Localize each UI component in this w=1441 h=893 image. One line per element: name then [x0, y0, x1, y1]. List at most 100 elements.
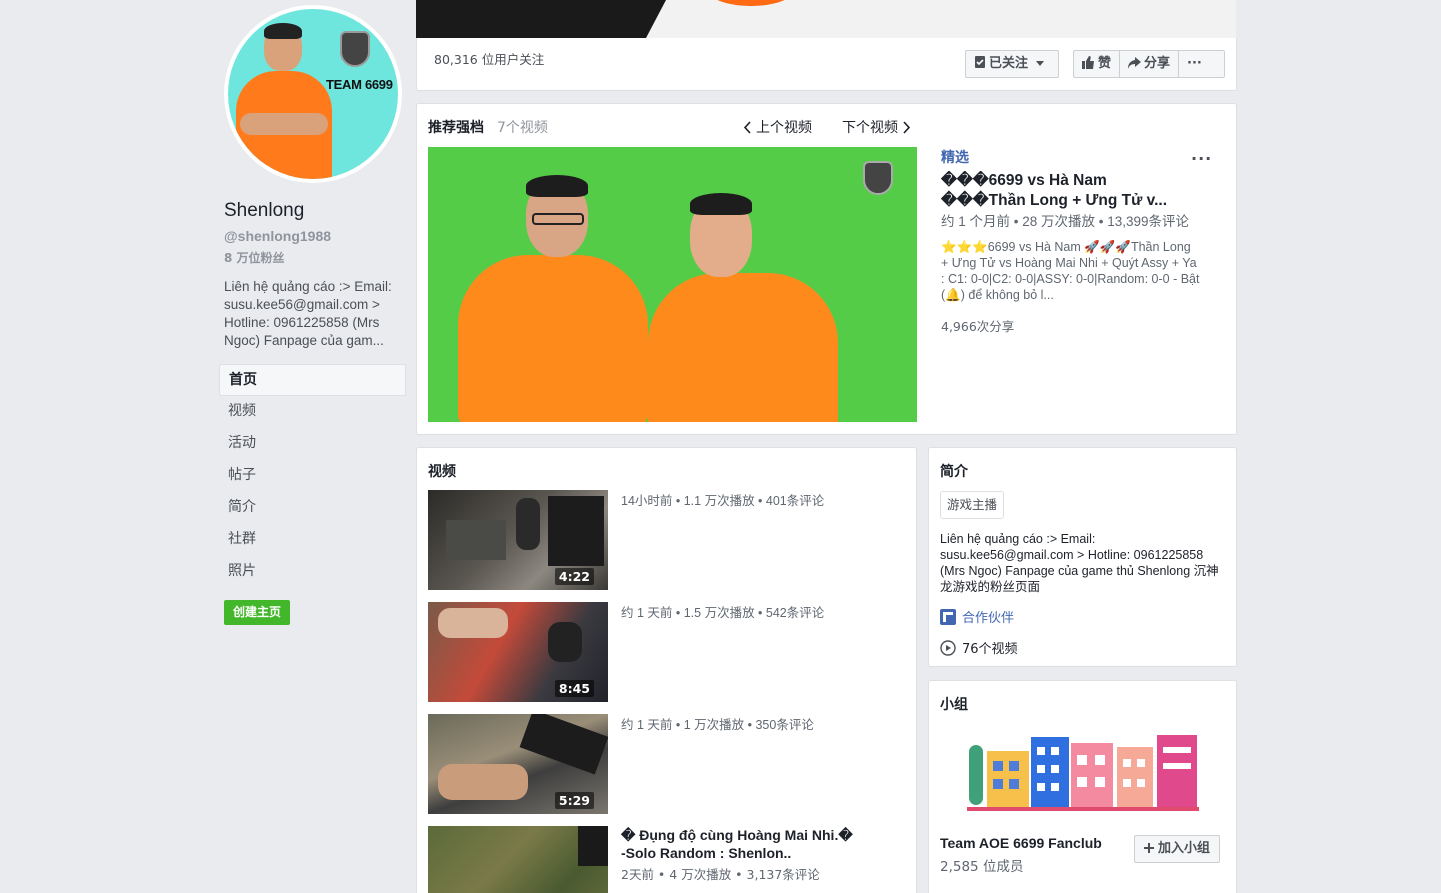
more-options-button[interactable]: ··· — [1179, 51, 1210, 77]
chevron-left-icon — [743, 121, 751, 134]
featured-video-title[interactable]: ���6699 vs Hà Nam ���Thần Long + Ưng Tử … — [941, 171, 1191, 211]
video-thumbnail[interactable] — [428, 826, 608, 893]
video-duration: 5:29 — [554, 792, 594, 809]
category-tag[interactable]: 游戏主播 — [940, 491, 1005, 519]
video-meta: 14小时前 • 1.1 万次播放 • 401条评论 — [621, 494, 825, 508]
avatar-team-text: TEAM 6699 — [326, 77, 393, 92]
intro-card: 简介 游戏主播 Liên hệ quảng cáo :> Email: susu… — [928, 447, 1237, 667]
thumbnail-person — [548, 622, 582, 662]
nav-item-about[interactable]: 简介 — [219, 492, 406, 524]
groups-title: 小组 — [940, 697, 968, 713]
video-thumbnail[interactable]: 5:29 — [428, 714, 608, 814]
page-handle[interactable]: @shenlong1988 — [224, 228, 331, 244]
featured-more-button[interactable]: ··· — [1191, 149, 1212, 168]
cover-dark-area — [416, 0, 666, 38]
about-summary: Liên hệ quảng cáo :> Email: susu.kee56@g… — [224, 279, 392, 348]
avatar-hair — [264, 23, 302, 39]
partner-link[interactable]: 合作伙伴 — [940, 607, 1014, 626]
featured-label[interactable]: 精选 — [941, 147, 1201, 167]
featured-count: 7个视频 — [497, 120, 548, 136]
followed-button[interactable]: 已关注 — [965, 50, 1059, 78]
nav-item-videos[interactable]: 视频 — [219, 396, 406, 428]
video-thumbnail[interactable]: 4:22 — [428, 490, 608, 590]
fan-count: 8 万位粉丝 — [224, 251, 285, 265]
like-label: 赞 — [1098, 56, 1112, 71]
follow-bar: 80,316 位用户关注 已关注 赞 分享 ··· — [416, 38, 1237, 91]
caret-down-icon — [1035, 61, 1044, 66]
video-title[interactable]: � Đụng độ cùng Hoàng Mai Nhi.� -Solo Ran… — [621, 826, 861, 862]
video-person-glasses — [532, 213, 584, 225]
video-list-item[interactable]: 8:45 约 1 天前 • 1.5 万次播放 • 542条评论 — [428, 602, 908, 702]
action-buttons: 赞 分享 ··· — [1073, 50, 1225, 78]
video-count-label: 76个视频 — [962, 642, 1018, 657]
thumbnail-keyboard — [519, 714, 608, 775]
cover-orange-shape — [706, 0, 796, 6]
featured-video-player[interactable] — [428, 147, 917, 422]
share-label: 分享 — [1144, 56, 1171, 71]
featured-title: 推荐强档 — [428, 120, 484, 136]
share-arrow-icon — [1128, 57, 1142, 69]
partner-badge-icon — [940, 609, 956, 625]
thumbnail-minimap — [578, 826, 608, 866]
next-video-link[interactable]: 下个视频 — [842, 117, 911, 137]
video-meta: 约 1 天前 • 1.5 万次播放 • 542条评论 — [621, 606, 825, 620]
previous-video-link[interactable]: 上个视频 — [743, 117, 812, 137]
play-circle-icon — [940, 640, 956, 656]
previous-video-label: 上个视频 — [756, 120, 812, 136]
video-count[interactable]: 76个视频 — [940, 638, 1018, 657]
video-meta: 2天前 • 4 万次播放 • 3,137条评论 — [621, 867, 820, 882]
join-group-button[interactable]: 加入小组 — [1134, 835, 1221, 863]
video-duration: 4:22 — [554, 568, 594, 585]
page-nav: 首页 视频 活动 帖子 简介 社群 照片 — [219, 364, 406, 588]
nav-item-photos[interactable]: 照片 — [219, 556, 406, 588]
chevron-right-icon — [903, 121, 911, 134]
avatar-arms — [240, 113, 328, 135]
team-logo-icon — [340, 31, 370, 67]
videos-card: 视频 4:22 14小时前 • 1.1 万次播放 • 401条评论 8:45 约… — [416, 447, 917, 893]
featured-video-description: ⭐⭐⭐6699 vs Hà Nam 🚀🚀🚀Thần Long + Ưng Tử … — [941, 240, 1200, 302]
team-logo-icon — [863, 161, 893, 195]
cover-photo[interactable] — [416, 0, 1236, 38]
video-duration: 8:45 — [554, 680, 594, 697]
thumbnail-desk — [446, 520, 506, 560]
video-thumbnail[interactable]: 8:45 — [428, 602, 608, 702]
share-button[interactable]: 分享 — [1120, 51, 1180, 77]
thumbnail-person — [516, 498, 540, 550]
join-group-label: 加入小组 — [1158, 841, 1211, 856]
video-person-hair — [690, 193, 752, 215]
group-name[interactable]: Team AOE 6699 Fanclub — [940, 835, 1102, 851]
page-avatar[interactable]: TEAM 6699 — [224, 5, 402, 183]
groups-card: 小组 Team AOE 6699 Fanclub 2,585 位成员 加入小组 — [928, 680, 1237, 893]
followed-label: 已关注 — [989, 56, 1029, 71]
group-cover-illustration[interactable] — [967, 731, 1199, 817]
create-page-button[interactable]: 创建主页 — [224, 600, 291, 625]
like-button[interactable]: 赞 — [1074, 51, 1121, 77]
nav-item-home[interactable]: 首页 — [219, 364, 406, 396]
featured-video-info: 精选 ���6699 vs Hà Nam ���Thần Long + Ưng … — [941, 147, 1201, 335]
thumbnail-arm — [438, 608, 508, 638]
next-video-label: 下个视频 — [842, 120, 898, 136]
video-list-item[interactable]: 4:22 14小时前 • 1.1 万次播放 • 401条评论 — [428, 490, 908, 590]
videos-title[interactable]: 视频 — [428, 461, 456, 481]
video-person-hair — [526, 175, 588, 197]
page-name[interactable]: Shenlong — [224, 200, 304, 222]
nav-item-events[interactable]: 活动 — [219, 428, 406, 460]
featured-videos-card: 推荐强档 7个视频 上个视频 下个视频 精选 ���6699 vs Hà Nam… — [416, 103, 1237, 435]
partner-label: 合作伙伴 — [962, 611, 1015, 626]
video-person-shirt — [458, 255, 648, 422]
thumbnail-hand — [438, 764, 528, 800]
follower-count: 80,316 位用户关注 — [434, 52, 545, 67]
thumbs-up-icon — [1082, 56, 1094, 69]
intro-text: Liên hệ quảng cáo :> Email: susu.kee56@g… — [940, 532, 1219, 594]
check-clipboard-icon — [975, 56, 985, 68]
featured-video-stats: 约 1 个月前 • 28 万次播放 • 13,399条评论 — [941, 214, 1190, 229]
nav-item-posts[interactable]: 帖子 — [219, 460, 406, 492]
video-list-item[interactable]: � Đụng độ cùng Hoàng Mai Nhi.� -Solo Ran… — [428, 826, 908, 893]
video-person-shirt — [648, 273, 838, 422]
nav-item-community[interactable]: 社群 — [219, 524, 406, 556]
thumbnail-monitor — [548, 496, 604, 566]
video-list-item[interactable]: 5:29 约 1 天前 • 1 万次播放 • 350条评论 — [428, 714, 908, 814]
avatar-image: TEAM 6699 — [228, 9, 398, 179]
plus-icon — [1144, 843, 1154, 853]
featured-video-shares[interactable]: 4,966次分享 — [941, 316, 1201, 335]
